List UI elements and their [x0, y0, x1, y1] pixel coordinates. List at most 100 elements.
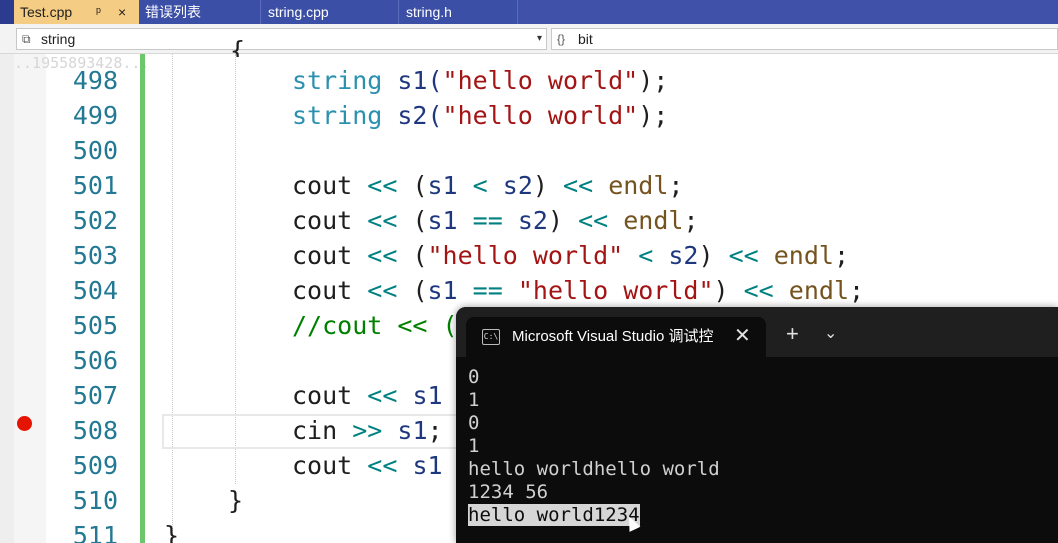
- code-token: <<: [367, 171, 398, 200]
- line-number: 499: [72, 101, 118, 130]
- console-output-line: hello worldhello world: [468, 458, 720, 480]
- code-token: <<: [367, 241, 398, 270]
- code-token: s2: [502, 171, 533, 200]
- line-number: 503: [72, 241, 118, 270]
- scope-value: string: [41, 31, 76, 47]
- code-token: <<: [367, 206, 398, 235]
- chevron-down-icon[interactable]: ⌄: [824, 324, 837, 344]
- code-token: <<: [367, 451, 398, 480]
- indent-guide: [172, 54, 173, 543]
- code-line: cout << (s1 < s2) << endl;: [292, 171, 684, 200]
- code-line: string s2("hello world");: [292, 98, 668, 133]
- code-token: endl: [773, 241, 834, 270]
- code-token: cout: [292, 276, 353, 305]
- console-tab[interactable]: C:\ Microsoft Visual Studio 调试控 ✕: [466, 317, 766, 357]
- scope-dropdown[interactable]: ⧉ string ▾: [16, 28, 547, 50]
- code-token: "hello world": [442, 66, 639, 95]
- tab-test-cpp[interactable]: Test.cpp ᵖ ×: [14, 0, 139, 24]
- console-output-line: 1: [468, 435, 480, 457]
- code-line: cin >> s1;: [292, 416, 443, 445]
- console-output-line: 0: [468, 366, 480, 388]
- code-token: endl: [788, 276, 850, 305]
- code-token: s1: [427, 206, 458, 235]
- code-token: s1: [412, 451, 443, 480]
- code-token: cout: [292, 171, 353, 200]
- code-token: cout: [292, 206, 353, 235]
- close-tab-icon[interactable]: ×: [118, 0, 126, 24]
- code-token: s1: [427, 171, 458, 200]
- code-token: s1: [412, 381, 443, 410]
- line-number: 511: [72, 521, 118, 543]
- code-token: );: [638, 66, 669, 95]
- code-line: //cout << (: [292, 308, 458, 343]
- line-number: 509: [72, 451, 118, 480]
- code-token: string: [292, 66, 383, 95]
- code-token: <: [638, 241, 654, 270]
- line-number: 508: [72, 416, 118, 445]
- line-number: 507: [72, 381, 118, 410]
- close-icon[interactable]: ✕: [734, 325, 751, 347]
- code-token: s2(: [382, 101, 443, 130]
- console-app-icon: C:\: [482, 329, 500, 345]
- code-token: ==: [472, 276, 503, 305]
- chevron-down-icon[interactable]: ▾: [537, 29, 542, 49]
- code-token: s2: [668, 241, 699, 270]
- code-token: );: [638, 101, 669, 130]
- code-token: endl: [623, 206, 684, 235]
- line-number: 498: [72, 66, 118, 95]
- code-line: }: [164, 518, 179, 543]
- breakpoint-icon[interactable]: [17, 416, 32, 431]
- braces-icon: {}: [557, 32, 566, 46]
- console-output-selected-line[interactable]: hello world1234: [468, 504, 640, 527]
- console-title-bar: C:\ Microsoft Visual Studio 调试控 ✕ + ⌄: [456, 307, 1058, 357]
- line-number: 501: [72, 171, 118, 200]
- code-token: <<: [563, 171, 594, 200]
- console-title: Microsoft Visual Studio 调试控: [512, 328, 714, 345]
- code-token: "hello world": [442, 101, 639, 130]
- debug-console-window[interactable]: C:\ Microsoft Visual Studio 调试控 ✕ + ⌄ 0 …: [456, 307, 1058, 543]
- code-token: endl: [608, 171, 669, 200]
- code-line: cout << (s1 == s2) << endl;: [292, 206, 699, 235]
- code-line: string s1("hello world");: [292, 63, 668, 98]
- line-number: 505: [72, 311, 118, 340]
- code-token: >>: [352, 416, 383, 445]
- code-line: cout << ("hello world" < s2) << endl;: [292, 241, 850, 270]
- code-token: }: [164, 521, 180, 543]
- console-output-line: 1: [468, 389, 480, 411]
- code-token: {: [230, 36, 246, 57]
- navigation-bar: ⧉ string ▾ {} bit: [0, 24, 1058, 54]
- tab-strip-edge: [0, 0, 14, 24]
- code-token: s1(: [382, 66, 443, 95]
- code-line: }: [228, 483, 243, 518]
- selected-text: hello world1234: [468, 504, 640, 526]
- code-token: cout: [292, 381, 353, 410]
- pin-icon[interactable]: ᵖ: [96, 0, 101, 24]
- glyph-margin[interactable]: [14, 54, 46, 543]
- tab-string-h[interactable]: string.h: [400, 0, 518, 24]
- document-tab-strip: Test.cpp ᵖ × 错误列表 string.cpp string.h: [0, 0, 1058, 24]
- class-icon: ⧉: [22, 32, 31, 46]
- left-tool-strip: [0, 54, 14, 543]
- console-output-line: 1234 56: [468, 481, 549, 503]
- code-line: cout << (s1 == "hello world") << endl;: [292, 276, 865, 305]
- code-line: cout << s1: [292, 448, 443, 483]
- code-token: <<: [728, 241, 759, 270]
- code-token: //cout << (: [292, 311, 458, 340]
- code-token: s1: [397, 416, 428, 445]
- code-token: string: [292, 101, 383, 130]
- tab-label: 错误列表: [145, 4, 201, 20]
- code-token: cout: [292, 241, 353, 270]
- code-token: s2: [517, 206, 548, 235]
- console-output-line: 0: [468, 412, 480, 434]
- new-tab-icon[interactable]: +: [786, 323, 799, 345]
- code-token: <<: [367, 276, 398, 305]
- line-number: 506: [72, 346, 118, 375]
- tab-string-cpp[interactable]: string.cpp: [262, 0, 399, 24]
- code-token: <: [472, 171, 488, 200]
- line-number: 504: [72, 276, 118, 305]
- line-number: 510: [72, 486, 118, 515]
- line-number: 502: [72, 206, 118, 235]
- code-token: cout: [292, 451, 353, 480]
- member-dropdown[interactable]: {} bit: [551, 28, 1058, 50]
- tab-error-list[interactable]: 错误列表: [139, 0, 261, 24]
